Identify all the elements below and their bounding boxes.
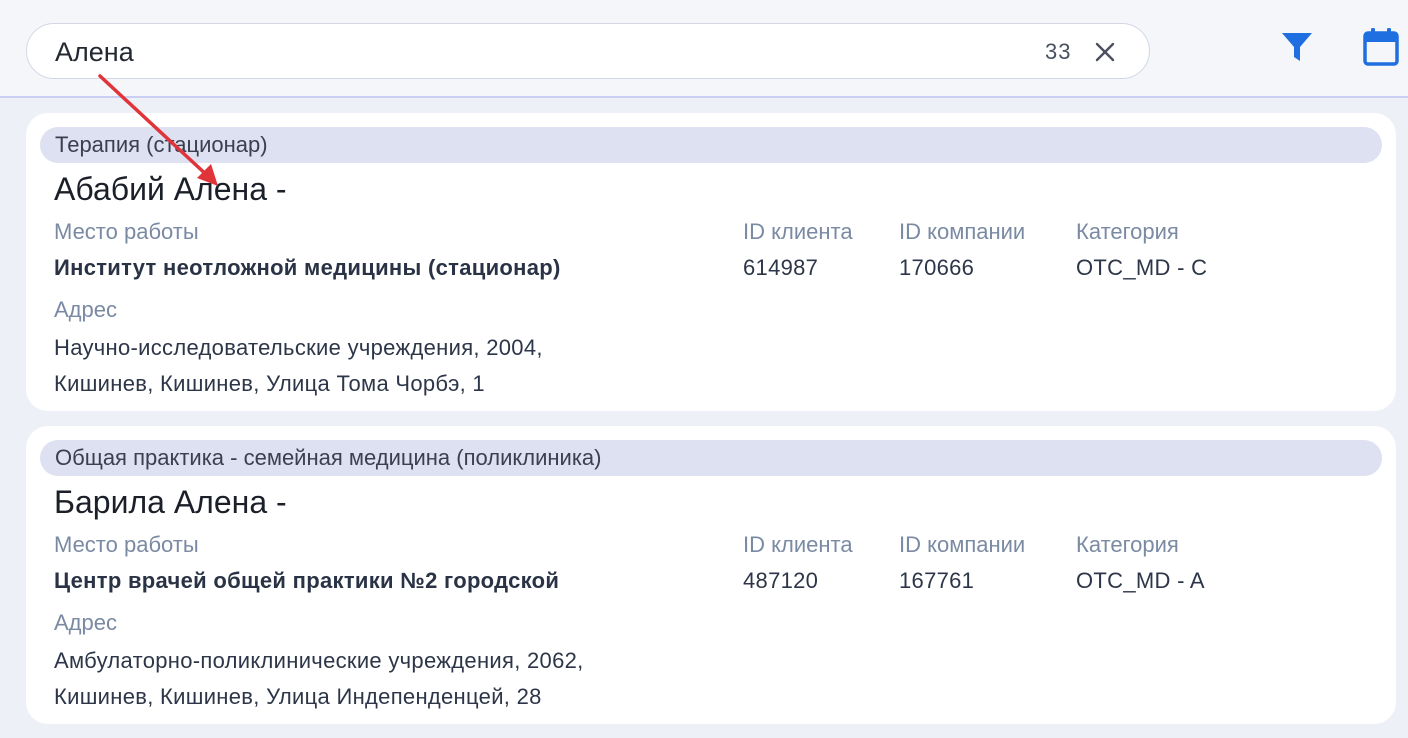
calendar-icon[interactable]: [1363, 28, 1399, 66]
workplace-value: Центр врачей общей практики №2 городской: [54, 568, 560, 593]
address-line: Кишинев, Кишинев, Улица Тома Чорбэ, 1: [54, 371, 485, 396]
workplace-value: Институт неотложной медицины (стационар): [54, 255, 561, 280]
workplace-label: Место работы: [54, 532, 199, 557]
person-name: Барила Алена -: [54, 484, 287, 520]
company-id-label: ID компании: [899, 219, 1026, 244]
client-id-label: ID клиента: [743, 219, 853, 244]
search-input[interactable]: Алена: [55, 37, 134, 68]
company-id-value: 167761: [899, 568, 975, 593]
specialty-badge: Общая практика - семейная медицина (поли…: [40, 440, 1382, 476]
result-card[interactable]: Терапия (стационар) Абабий Алена - Место…: [26, 113, 1396, 411]
address-label: Адрес: [54, 610, 117, 635]
address-line: Амбулаторно-поликлинические учреждения, …: [54, 648, 584, 673]
address-value: Научно-исследовательские учреждения, 200…: [54, 330, 543, 402]
filter-icon[interactable]: [1280, 30, 1314, 64]
address-line: Научно-исследовательские учреждения, 200…: [54, 335, 543, 360]
category-value: OTC_MD - A: [1076, 568, 1205, 593]
workplace-label: Место работы: [54, 219, 199, 244]
result-card[interactable]: Общая практика - семейная медицина (поли…: [26, 426, 1396, 724]
top-bar: Алена 33: [0, 0, 1408, 98]
client-id-value: 614987: [743, 255, 819, 280]
category-label: Категория: [1076, 532, 1179, 557]
search-field[interactable]: Алена 33: [26, 23, 1150, 79]
specialty-badge: Терапия (стационар): [40, 127, 1382, 163]
search-result-count: 33: [1045, 39, 1072, 64]
company-id-label: ID компании: [899, 532, 1026, 557]
category-value: OTC_MD - C: [1076, 255, 1208, 280]
address-line: Кишинев, Кишинев, Улица Индепенденцей, 2…: [54, 684, 542, 709]
client-id-value: 487120: [743, 568, 819, 593]
person-name: Абабий Алена -: [54, 171, 287, 207]
address-label: Адрес: [54, 297, 117, 322]
close-icon[interactable]: [1091, 38, 1119, 66]
category-label: Категория: [1076, 219, 1179, 244]
client-id-label: ID клиента: [743, 532, 853, 557]
company-id-value: 170666: [899, 255, 975, 280]
address-value: Амбулаторно-поликлинические учреждения, …: [54, 643, 584, 715]
